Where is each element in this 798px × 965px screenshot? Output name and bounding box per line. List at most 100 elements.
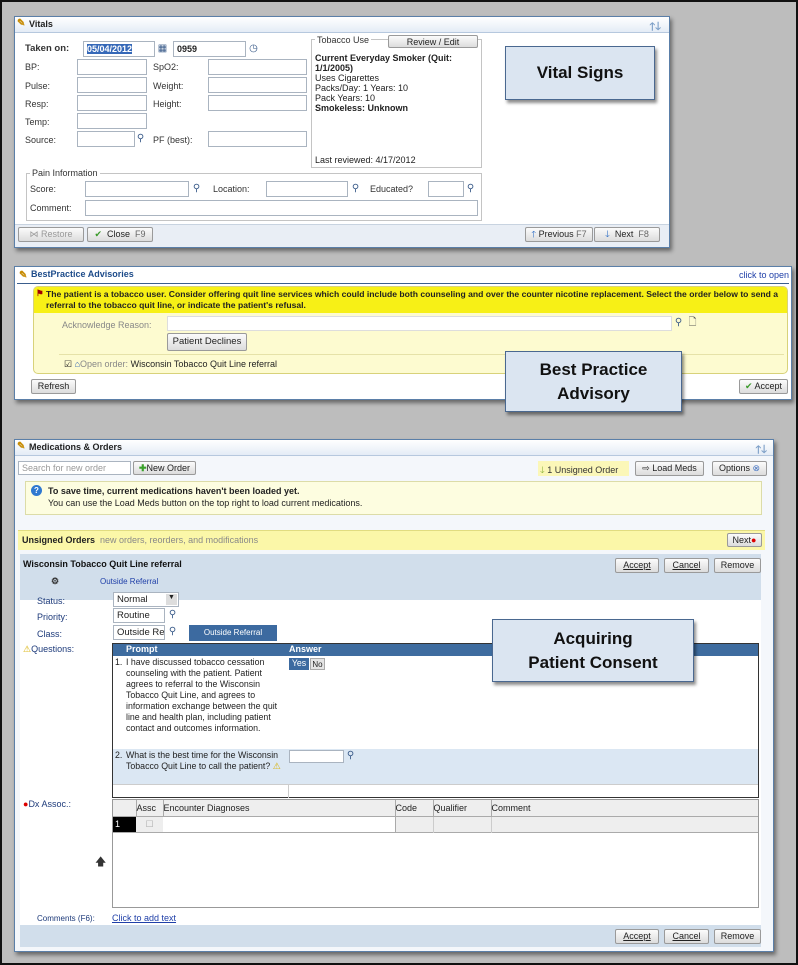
info-banner: ? To save time, current medications have… <box>25 481 762 515</box>
edit-icon: ✎ <box>17 18 26 29</box>
edit-icon: ✎ <box>19 270 28 281</box>
move-up-down-icon[interactable]: 🡑🡓 <box>650 18 661 37</box>
review-edit-button[interactable]: Review / Edit <box>388 35 478 48</box>
plus-icon: ✚ <box>138 463 147 473</box>
next-button[interactable]: 🡓 Next F8 <box>594 227 660 242</box>
no-button[interactable]: No <box>310 658 325 670</box>
arrow-up-icon[interactable]: 🡅 <box>95 853 106 872</box>
search-icon[interactable]: ⚲ <box>349 182 362 196</box>
outside-referral-class-button[interactable]: Outside Referral <box>189 625 277 641</box>
best-time-input[interactable] <box>289 750 344 763</box>
search-icon[interactable]: ⚲ <box>166 608 179 622</box>
bp-label: BP: <box>25 62 40 72</box>
load-meds-button[interactable]: ⇨ Load Meds <box>635 461 704 476</box>
spo2-input[interactable] <box>208 59 307 75</box>
priority-input[interactable]: Routine <box>113 608 165 623</box>
location-input[interactable] <box>266 181 348 197</box>
search-icon[interactable]: ⚲ <box>190 182 203 196</box>
order-cancel-button[interactable]: Cancel <box>664 558 709 573</box>
comment-input[interactable] <box>85 200 478 216</box>
open-order-row: ☑ ⌂Open order: Wisconsin Tobacco Quit Li… <box>64 358 277 370</box>
score-label: Score: <box>30 184 57 194</box>
pf-input[interactable] <box>208 131 307 147</box>
status-label: Status: <box>37 596 66 606</box>
dx-header-diagnoses: Encounter Diagnoses <box>163 800 396 816</box>
clock-icon[interactable]: ◷ <box>247 42 260 56</box>
calendar-icon[interactable]: ▦ <box>156 42 169 56</box>
open-order-checkbox[interactable]: ☑ <box>64 359 72 369</box>
restore-button[interactable]: ⋈ Restore <box>18 227 84 242</box>
order-remove-button[interactable]: Remove <box>714 558 761 573</box>
close-button[interactable]: ✔ Close F9 <box>87 227 153 242</box>
new-order-button[interactable]: ✚New Order <box>133 461 196 475</box>
medications-orders-panel: ✎ Medications & Orders 🡑🡓 Search for new … <box>14 439 774 952</box>
help-icon: ? <box>31 485 42 496</box>
dx-header-code: Code <box>395 800 434 816</box>
dx-assoc-label: ●Dx Assoc.: <box>23 799 71 809</box>
yes-button[interactable]: Yes <box>289 658 309 670</box>
callout-vital-signs: Vital Signs <box>505 46 655 100</box>
assc-checkbox[interactable]: ☐ <box>136 816 163 832</box>
footer-cancel-button[interactable]: Cancel <box>664 929 709 944</box>
move-up-down-icon[interactable]: 🡑🡓 <box>756 441 767 460</box>
next-button[interactable]: Next● <box>727 533 762 547</box>
footer-accept-button[interactable]: Accept <box>615 929 659 944</box>
comments-label: Comments (F6): <box>37 914 95 923</box>
info-text: You can use the Load Meds button on the … <box>48 498 363 508</box>
time-input[interactable]: 0959 <box>173 41 246 57</box>
tobacco-use-box: Current Everyday Smoker (Quit: 1/1/2005)… <box>311 39 482 168</box>
options-button[interactable]: Options ⊗ <box>712 461 767 476</box>
dx-header-assc: Assc <box>136 800 164 816</box>
refresh-button[interactable]: Refresh <box>31 379 76 394</box>
search-icon[interactable]: ⚲ <box>344 749 357 763</box>
add-comment-link[interactable]: Click to add text <box>112 913 176 923</box>
search-icon[interactable]: ⚲ <box>134 132 147 146</box>
arrow-up-icon: 🡑 <box>531 229 537 239</box>
previous-button[interactable]: 🡑 Previous F7 <box>525 227 593 242</box>
click-to-open-link[interactable]: click to open <box>739 270 789 280</box>
patient-declines-button[interactable]: Patient Declines <box>167 333 247 351</box>
class-input[interactable]: Outside Referral <box>113 625 165 640</box>
source-label: Source: <box>25 135 57 145</box>
date-input[interactable]: 05/04/2012 <box>83 41 155 57</box>
status-select[interactable]: Normal ▼ <box>113 592 179 607</box>
unsigned-order-indicator[interactable]: 🡓 1 Unsigned Order <box>538 461 629 476</box>
vitals-title-bar: ✎ Vitals 🡑🡓 <box>15 17 669 33</box>
outside-referral-link[interactable]: Outside Referral <box>100 577 158 586</box>
dx-table: Assc Encounter Diagnoses Code Qualifier … <box>112 799 759 908</box>
advisory-message: ⚑ The patient is a tobacco user. Consider… <box>34 287 787 313</box>
height-input[interactable] <box>208 95 307 111</box>
warning-icon: ⚠ <box>23 644 32 654</box>
pain-legend: Pain Information <box>30 168 100 178</box>
gears-icon: ⚙ <box>51 576 60 586</box>
pulse-input[interactable] <box>77 77 147 93</box>
order-accept-button[interactable]: Accept <box>615 558 659 573</box>
source-input[interactable] <box>77 131 135 147</box>
tobacco-last-reviewed: Last reviewed: 4/17/2012 <box>315 155 416 165</box>
document-icon[interactable]: 🗋 <box>686 316 699 330</box>
tobacco-smokeless: Smokeless: Unknown <box>315 103 409 113</box>
search-icon[interactable]: ⚲ <box>464 182 477 196</box>
temp-input[interactable] <box>77 113 147 129</box>
bpa-title-bar: ✎ BestPractice Advisories click to open <box>17 269 789 284</box>
arrow-down-icon: 🡓 <box>605 229 610 239</box>
meds-title-bar: ✎ Medications & Orders 🡑🡓 <box>15 440 773 456</box>
educated-input[interactable] <box>428 181 464 197</box>
order-title: Wisconsin Tobacco Quit Line referral <box>23 559 182 569</box>
dx-header-qualifier: Qualifier <box>433 800 492 816</box>
score-input[interactable] <box>85 181 189 197</box>
acknowledge-input[interactable] <box>167 316 672 331</box>
diagnosis-cell[interactable] <box>163 816 396 832</box>
footer-remove-button[interactable]: Remove <box>714 929 761 944</box>
search-icon[interactable]: ⚲ <box>166 625 179 639</box>
pf-label: PF (best): <box>153 135 193 145</box>
search-icon[interactable]: ⚲ <box>672 316 685 330</box>
bp-input[interactable] <box>77 59 147 75</box>
order-search-input[interactable]: Search for new order <box>18 461 131 475</box>
accept-button[interactable]: ✔ Accept <box>739 379 788 394</box>
resp-input[interactable] <box>77 95 147 111</box>
class-label: Class: <box>37 629 63 639</box>
weight-input[interactable] <box>208 77 307 93</box>
bpa-title: BestPractice Advisories <box>31 269 134 279</box>
arrow-right-icon: ⇨ <box>642 463 650 473</box>
